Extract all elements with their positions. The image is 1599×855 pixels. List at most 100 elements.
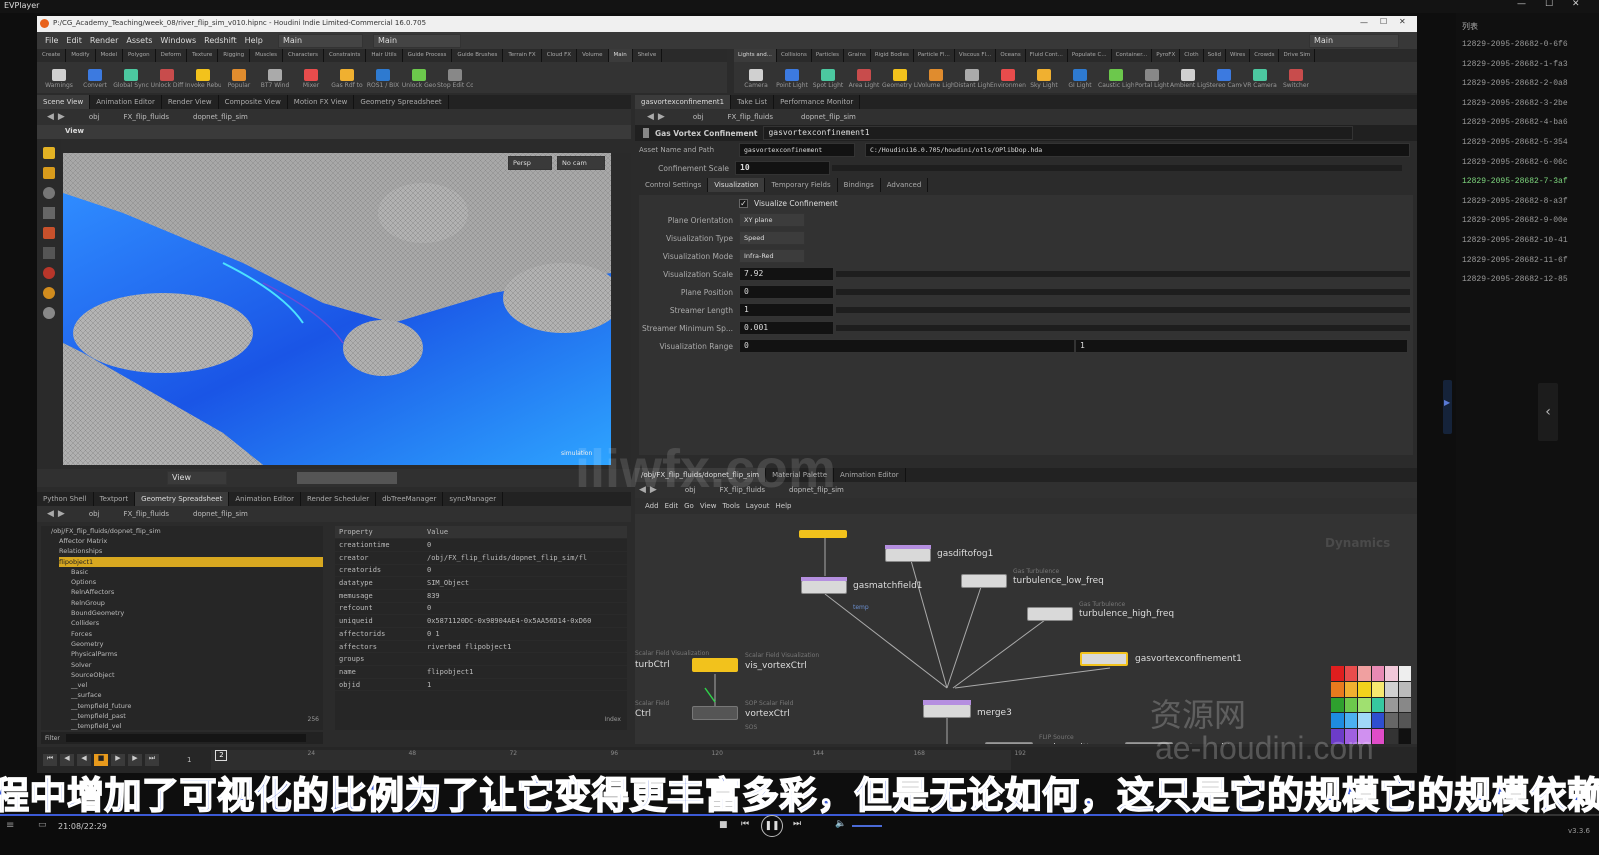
playlist-item[interactable]: 12829-2095-28682-1-fa3	[1444, 55, 1599, 75]
param-value-field[interactable]: 0	[739, 285, 834, 299]
sheet-col-property[interactable]: Property	[335, 526, 423, 540]
shelf-tool-unlock-geo[interactable]: Unlock Geo	[401, 67, 437, 89]
menu-item-redshift[interactable]: Redshift	[204, 36, 236, 45]
tab-animation-editor[interactable]: Animation Editor	[229, 492, 301, 506]
tree-item[interactable]: RelnAffectors	[59, 587, 323, 597]
shelf-tab-collisions[interactable]: Collisions	[777, 49, 812, 62]
tab-composite-view[interactable]: Composite View	[219, 95, 288, 109]
param-slider[interactable]	[836, 271, 1410, 277]
playlist-item[interactable]: 12829-2095-28682-4-ba6	[1444, 113, 1599, 133]
shelf-tool-environment-light[interactable]: Environment Light	[990, 67, 1026, 89]
tree-item[interactable]: BoundGeometry	[59, 608, 323, 618]
shelf-tool-gi-light[interactable]: GI Light	[1062, 67, 1098, 89]
tab-take-list[interactable]: Take List	[731, 95, 775, 109]
rotate-tool-icon[interactable]	[43, 187, 55, 199]
param-range-max-field[interactable]: 1	[1075, 339, 1408, 353]
param-value-field[interactable]: 7.92	[739, 267, 834, 281]
view-tool-icon[interactable]	[43, 307, 55, 319]
back-icon[interactable]: ◀	[47, 112, 54, 122]
tab-control-settings[interactable]: Control Settings	[639, 178, 709, 192]
playlist-item[interactable]: 12829-2095-28682-9-00e	[1444, 211, 1599, 231]
close-icon[interactable]: ✕	[1572, 0, 1580, 9]
shelf-tool-vr-camera[interactable]: VR Camera	[1242, 67, 1278, 89]
tree-item[interactable]: flipobject1	[59, 556, 323, 567]
shelf-tab-particles[interactable]: Particles	[812, 49, 845, 62]
tree-item[interactable]: PhysicalParms	[59, 649, 323, 659]
node-turb-low[interactable]	[961, 574, 1007, 588]
param-forward-icon[interactable]: ▶	[658, 112, 665, 122]
shelf-tab-rigging[interactable]: Rigging	[218, 49, 251, 62]
tab-bindings[interactable]: Bindings	[838, 178, 881, 192]
shelf-tab-guide-brushes[interactable]: Guide Brushes	[452, 49, 504, 62]
sheet-back-icon[interactable]: ◀	[47, 509, 54, 519]
shelf-tool-popular[interactable]: Popular	[221, 67, 257, 89]
playlist-item[interactable]: 12829-2095-28682-6-06c	[1444, 153, 1599, 173]
tab-gasvortexconfinement1[interactable]: gasvortexconfinement1	[635, 95, 732, 109]
tab-render-scheduler[interactable]: Render Scheduler	[301, 492, 377, 506]
param-value-field[interactable]: 1	[739, 303, 834, 317]
node-gasdiftofog[interactable]	[885, 548, 931, 562]
path-obj[interactable]: obj	[89, 113, 100, 121]
shelf-tool-volume-light[interactable]: Volume Light	[918, 67, 954, 89]
shelf-tab-polygon[interactable]: Polygon	[123, 49, 156, 62]
node-vortexctrl[interactable]	[692, 706, 738, 720]
tree-item[interactable]: Colliders	[59, 618, 323, 628]
shelf-tab-populate-c-[interactable]: Populate C...	[1068, 49, 1112, 62]
node-vortex[interactable]	[1080, 652, 1128, 666]
path-fx[interactable]: FX_flip_fluids	[124, 113, 170, 121]
param-value-field[interactable]: 0.001	[739, 321, 834, 335]
tab-syncmanager[interactable]: syncManager	[443, 492, 504, 506]
param-menu[interactable]: Infra-Red	[739, 249, 805, 263]
sheet-path-obj[interactable]: obj	[89, 510, 100, 518]
param-back-icon[interactable]: ◀	[647, 112, 654, 122]
playlist-item[interactable]: 12829-2095-28682-12-85	[1444, 270, 1599, 290]
playlist-item[interactable]: 12829-2095-28682-5-354	[1444, 133, 1599, 153]
sheet-path-fx[interactable]: FX_flip_fluids	[124, 510, 170, 518]
shelf-tool-area-light[interactable]: Area Light	[846, 67, 882, 89]
shelf-tool-gas-rdf-to[interactable]: Gas Rdf to	[329, 67, 365, 89]
shelf-tool-sky-light[interactable]: Sky Light	[1026, 67, 1062, 89]
shelf-tool-ambient-light[interactable]: Ambient Light	[1170, 67, 1206, 89]
shelf-tab-fluid-cont-[interactable]: Fluid Cont...	[1026, 49, 1068, 62]
shelf-tab-shelve[interactable]: Shelve	[633, 49, 663, 62]
tab-dbtreemanager[interactable]: dbTreeManager	[376, 492, 444, 506]
shelf-tab-lights-and-[interactable]: Lights and...	[734, 49, 777, 62]
playlist-item[interactable]: 12829-2095-28682-7-3af	[1444, 172, 1599, 192]
scale-field[interactable]: 10	[735, 161, 830, 175]
pose-tool-icon[interactable]	[43, 247, 55, 259]
param-menu[interactable]: Speed	[739, 231, 805, 245]
player-progress[interactable]	[0, 814, 1599, 816]
magnet-tool-icon[interactable]	[43, 267, 55, 279]
tab-scene-view[interactable]: Scene View	[37, 95, 91, 109]
tree-item[interactable]: __vel	[59, 680, 323, 690]
shelf-tab-particle-fl-[interactable]: Particle Fl...	[914, 49, 955, 62]
param-path-obj[interactable]: obj	[693, 113, 704, 121]
tab-visualization[interactable]: Visualization	[708, 178, 766, 192]
tree-item[interactable]: SourceObject	[59, 670, 323, 680]
asset-name-field[interactable]: gasvortexconfinement	[739, 143, 855, 157]
shelf-tab-muscles[interactable]: Muscles	[250, 49, 283, 62]
panel-toggle-handle[interactable]: ▶	[1443, 380, 1452, 434]
shelf-tab-pyrofx[interactable]: PyroFX	[1152, 49, 1181, 62]
shelf-tool-global-sync[interactable]: Global Sync	[113, 67, 149, 89]
minimize-icon[interactable]: —	[1517, 0, 1526, 9]
tree-item[interactable]: Geometry	[59, 639, 323, 649]
shelf-tab-constraints[interactable]: Constraints	[324, 49, 367, 62]
tab-geometry-spreadsheet[interactable]: Geometry Spreadsheet	[354, 95, 449, 109]
desktop-select[interactable]: Main	[278, 34, 363, 48]
scale-tool-icon[interactable]	[43, 207, 55, 219]
param-slider[interactable]	[836, 325, 1410, 331]
shelf-tool-spot-light[interactable]: Spot Light	[810, 67, 846, 89]
param-slider[interactable]	[836, 307, 1410, 313]
maximize-icon[interactable]: ☐	[1545, 0, 1553, 9]
asset-path-field[interactable]: C:/Houdini16.0.705/houdini/otls/OPlibDop…	[865, 143, 1410, 157]
node-visvort[interactable]	[692, 658, 738, 672]
tab-geometry-spreadsheet[interactable]: Geometry Spreadsheet	[135, 492, 230, 506]
view-mode-select[interactable]: View	[167, 471, 227, 485]
shelf-tab-main[interactable]: Main	[608, 49, 633, 62]
node-top-yellow[interactable]	[799, 530, 847, 538]
shelf-tool-geometry-light[interactable]: Geometry Light	[882, 67, 918, 89]
tab-advanced[interactable]: Advanced	[881, 178, 929, 192]
tab-animation-editor[interactable]: Animation Editor	[90, 95, 162, 109]
node-gasmatch[interactable]	[801, 580, 847, 594]
